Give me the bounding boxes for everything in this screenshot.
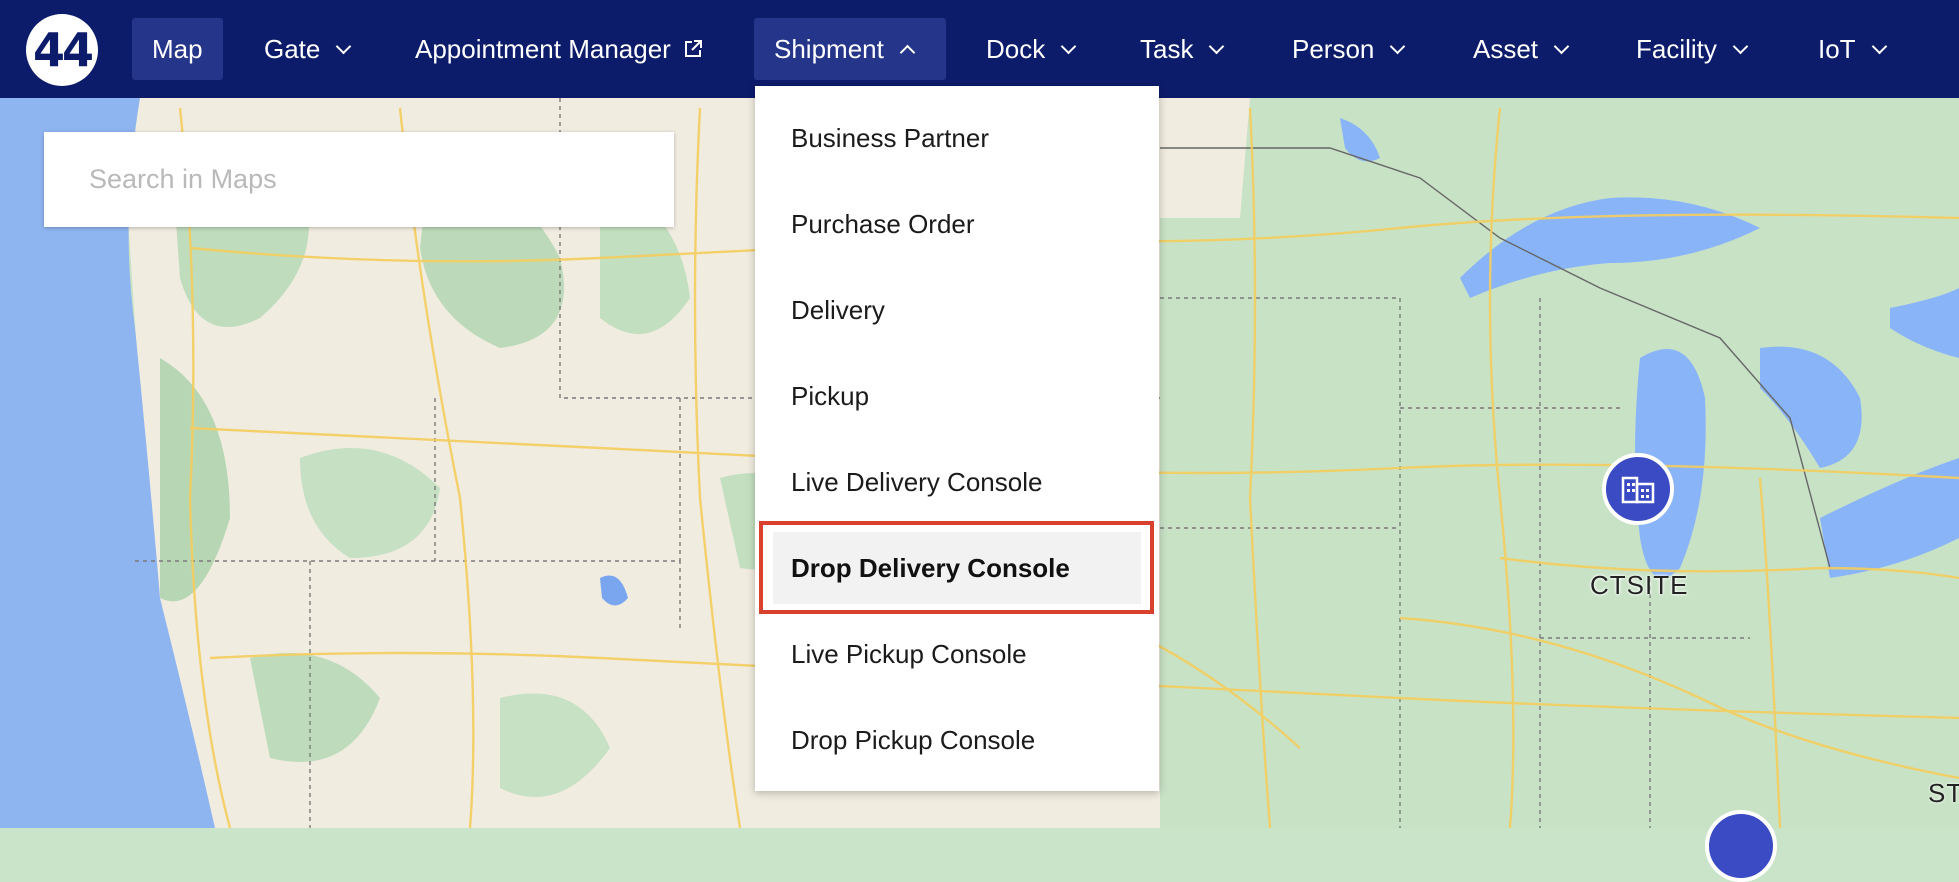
building-icon	[1621, 476, 1655, 504]
nav-task-label: Task	[1140, 33, 1194, 64]
map-search-box	[44, 132, 674, 227]
chevron-up-icon	[899, 44, 916, 60]
menu-item-drop-delivery-console[interactable]: Drop Delivery Console	[773, 532, 1141, 604]
brand-logo[interactable]: 44	[26, 14, 98, 86]
nav-facility[interactable]: Facility	[1616, 18, 1766, 80]
nav-shipment-label: Shipment	[774, 33, 884, 64]
nav-appointment-manager[interactable]: Appointment Manager	[395, 18, 723, 80]
menu-item-label: Delivery	[791, 294, 885, 325]
nav-map-label: Map	[152, 33, 203, 64]
nav-shipment[interactable]: Shipment	[754, 18, 946, 80]
menu-item-business-partner[interactable]: Business Partner	[755, 107, 1159, 169]
shipment-dropdown-menu: Business Partner Purchase Order Delivery…	[755, 86, 1159, 791]
chevron-down-icon	[1732, 38, 1749, 54]
menu-item-purchase-order[interactable]: Purchase Order	[755, 193, 1159, 255]
external-link-icon	[684, 40, 702, 57]
menu-item-live-delivery-console[interactable]: Live Delivery Console	[755, 451, 1159, 513]
menu-item-label: Live Pickup Console	[791, 638, 1027, 669]
chevron-down-icon	[1209, 38, 1225, 54]
logo-text: 44	[32, 23, 94, 77]
chevron-down-icon	[336, 38, 352, 54]
chevron-down-icon	[1060, 38, 1077, 54]
top-navigation-bar: 44 Map Gate Appointment Manager Shipment…	[0, 0, 1959, 98]
facility-marker-2-label: ST	[1928, 778, 1959, 808]
menu-item-drop-pickup-console[interactable]: Drop Pickup Console	[755, 709, 1159, 771]
nav-gate-label: Gate	[264, 33, 321, 64]
facility-marker-label: CTSITE	[1590, 570, 1689, 600]
menu-item-live-pickup-console[interactable]: Live Pickup Console	[755, 623, 1159, 685]
menu-item-label: Purchase Order	[791, 208, 975, 239]
menu-item-pickup[interactable]: Pickup	[755, 365, 1159, 427]
facility-marker-2[interactable]	[1705, 810, 1777, 882]
nav-dock-label: Dock	[986, 33, 1046, 64]
nav-iot-label: IoT	[1818, 33, 1856, 64]
nav-iot[interactable]: IoT	[1798, 18, 1905, 80]
nav-person[interactable]: Person	[1272, 18, 1423, 80]
nav-task[interactable]: Task	[1120, 18, 1242, 80]
menu-item-label: Drop Pickup Console	[791, 724, 1036, 755]
menu-item-label: Live Delivery Console	[791, 466, 1043, 497]
chevron-down-icon	[1390, 38, 1406, 54]
nav-facility-label: Facility	[1636, 33, 1717, 64]
nav-map[interactable]: Map	[132, 18, 223, 80]
nav-asset-label: Asset	[1473, 33, 1539, 64]
nav-dock[interactable]: Dock	[966, 18, 1094, 80]
menu-item-label: Drop Delivery Console	[791, 552, 1070, 583]
menu-item-label: Pickup	[791, 380, 870, 411]
facility-marker[interactable]	[1602, 453, 1674, 525]
map-search-input[interactable]	[44, 132, 674, 227]
menu-item-delivery[interactable]: Delivery	[755, 279, 1159, 341]
menu-item-label: Business Partner	[791, 122, 989, 153]
chevron-down-icon	[1553, 38, 1570, 54]
chevron-down-icon	[1871, 38, 1887, 54]
nav-asset[interactable]: Asset	[1453, 18, 1587, 80]
nav-person-label: Person	[1292, 33, 1375, 64]
nav-appointment-manager-label: Appointment Manager	[415, 33, 671, 64]
nav-gate[interactable]: Gate	[244, 18, 369, 80]
